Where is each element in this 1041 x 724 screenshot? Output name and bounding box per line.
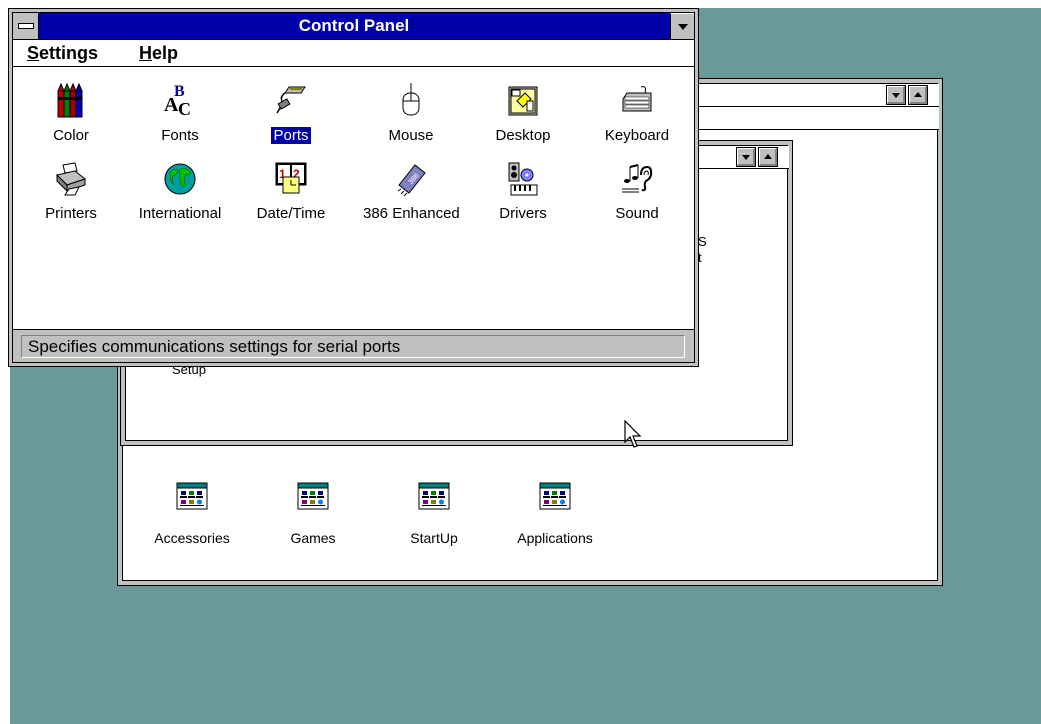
control-panel-titlebar[interactable]: Control Panel bbox=[13, 13, 694, 40]
cp-item-international[interactable]: International bbox=[130, 161, 230, 231]
window-title: Control Panel bbox=[298, 16, 410, 35]
printer-icon bbox=[56, 162, 87, 196]
cp-item-drivers[interactable]: Drivers bbox=[473, 161, 573, 231]
cp-item-label: Color bbox=[53, 127, 89, 144]
minimize-arrow-icon bbox=[892, 93, 900, 98]
svg-text:C: C bbox=[178, 99, 191, 119]
desktop-icon bbox=[508, 86, 538, 116]
sound-icon bbox=[622, 164, 653, 193]
cp-item-mouse[interactable]: Mouse bbox=[361, 83, 461, 153]
program-manager-minimize-button[interactable] bbox=[886, 85, 906, 105]
group-label: StartUp bbox=[410, 530, 458, 546]
group-label: Games bbox=[290, 530, 336, 546]
drivers-icon bbox=[508, 162, 538, 196]
status-text: Specifies communications settings for se… bbox=[21, 335, 685, 358]
menu-settings[interactable]: Settings bbox=[27, 43, 98, 64]
mouse-icon bbox=[402, 83, 420, 116]
group-minimize-button[interactable] bbox=[736, 147, 756, 167]
fonts-icon: B A C bbox=[164, 83, 191, 119]
control-panel-body: Control Panel Settings Help Color B A C … bbox=[12, 12, 695, 363]
cp-item-printers[interactable]: Printers bbox=[21, 161, 121, 231]
cp-item-label: Fonts bbox=[161, 127, 199, 144]
chip-icon: 386 bbox=[397, 164, 426, 197]
program-group-icon bbox=[539, 482, 571, 510]
system-menu-button[interactable] bbox=[13, 13, 39, 39]
menu-accelerator: H bbox=[139, 43, 152, 63]
maximize-arrow-icon bbox=[914, 92, 922, 97]
cp-item-label: International bbox=[138, 205, 222, 222]
program-group-icon bbox=[176, 482, 208, 510]
cp-item-386-enhanced[interactable]: 386 386 Enhanced bbox=[361, 161, 461, 231]
program-group-icon bbox=[418, 482, 450, 510]
program-manager-maximize-button[interactable] bbox=[908, 85, 928, 105]
status-bar: Specifies communications settings for se… bbox=[13, 329, 694, 362]
group-icon-applications[interactable]: Applications bbox=[500, 480, 610, 550]
group-icon-accessories[interactable]: Accessories bbox=[137, 480, 247, 550]
cp-item-label: 386 Enhanced bbox=[363, 205, 460, 222]
control-panel-window[interactable]: Control Panel Settings Help Color B A C … bbox=[8, 8, 699, 367]
menu-help[interactable]: Help bbox=[139, 43, 178, 64]
minimize-arrow-icon bbox=[742, 155, 750, 160]
menu-label: elp bbox=[152, 43, 179, 63]
group-maximize-button[interactable] bbox=[758, 147, 778, 167]
control-panel-menubar: Settings Help bbox=[13, 40, 694, 67]
cp-item-desktop[interactable]: Desktop bbox=[473, 83, 573, 153]
system-menu-icon bbox=[18, 23, 34, 29]
control-panel-minimize-button[interactable] bbox=[670, 13, 694, 39]
cp-item-label: Date/Time bbox=[256, 205, 326, 222]
cp-item-sound[interactable]: Sound bbox=[587, 161, 687, 231]
menu-accelerator: S bbox=[27, 43, 40, 63]
cp-item-color[interactable]: Color bbox=[21, 83, 121, 153]
cp-item-keyboard[interactable]: Keyboard bbox=[587, 83, 687, 153]
ports-icon bbox=[276, 86, 306, 114]
maximize-arrow-icon bbox=[764, 154, 772, 159]
calendar-clock-icon: 1 2 bbox=[275, 162, 307, 194]
control-panel-icon-area: Color B A C Fonts Ports Mouse Desktop Ke… bbox=[13, 67, 694, 329]
mouse-pointer-icon bbox=[624, 420, 642, 448]
minimize-arrow-icon bbox=[678, 24, 688, 30]
cp-item-label: Keyboard bbox=[604, 127, 670, 144]
svg-text:A: A bbox=[164, 94, 179, 116]
menu-label: ettings bbox=[39, 43, 99, 63]
cp-item-label: Drivers bbox=[499, 205, 547, 222]
group-label: Accessories bbox=[154, 530, 230, 546]
group-label: Applications bbox=[517, 530, 593, 546]
cp-item-label: Desktop bbox=[495, 127, 551, 144]
cp-item-ports[interactable]: Ports bbox=[241, 83, 341, 153]
cp-item-label: Mouse bbox=[388, 127, 434, 144]
cp-item-fonts[interactable]: B A C Fonts bbox=[130, 83, 230, 153]
cp-item-label: Printers bbox=[45, 205, 97, 222]
keyboard-icon bbox=[622, 86, 652, 112]
cp-item-label: Ports bbox=[271, 127, 311, 144]
partial-label: S bbox=[698, 234, 707, 249]
globe-icon bbox=[164, 163, 196, 195]
group-icon-games[interactable]: Games bbox=[258, 480, 368, 550]
program-group-icon bbox=[297, 482, 329, 510]
cp-item-label: Sound bbox=[615, 205, 659, 222]
color-crayons-icon bbox=[57, 83, 83, 118]
group-icon-startup[interactable]: StartUp bbox=[379, 480, 489, 550]
cp-item-datetime[interactable]: 1 2 Date/Time bbox=[241, 161, 341, 231]
